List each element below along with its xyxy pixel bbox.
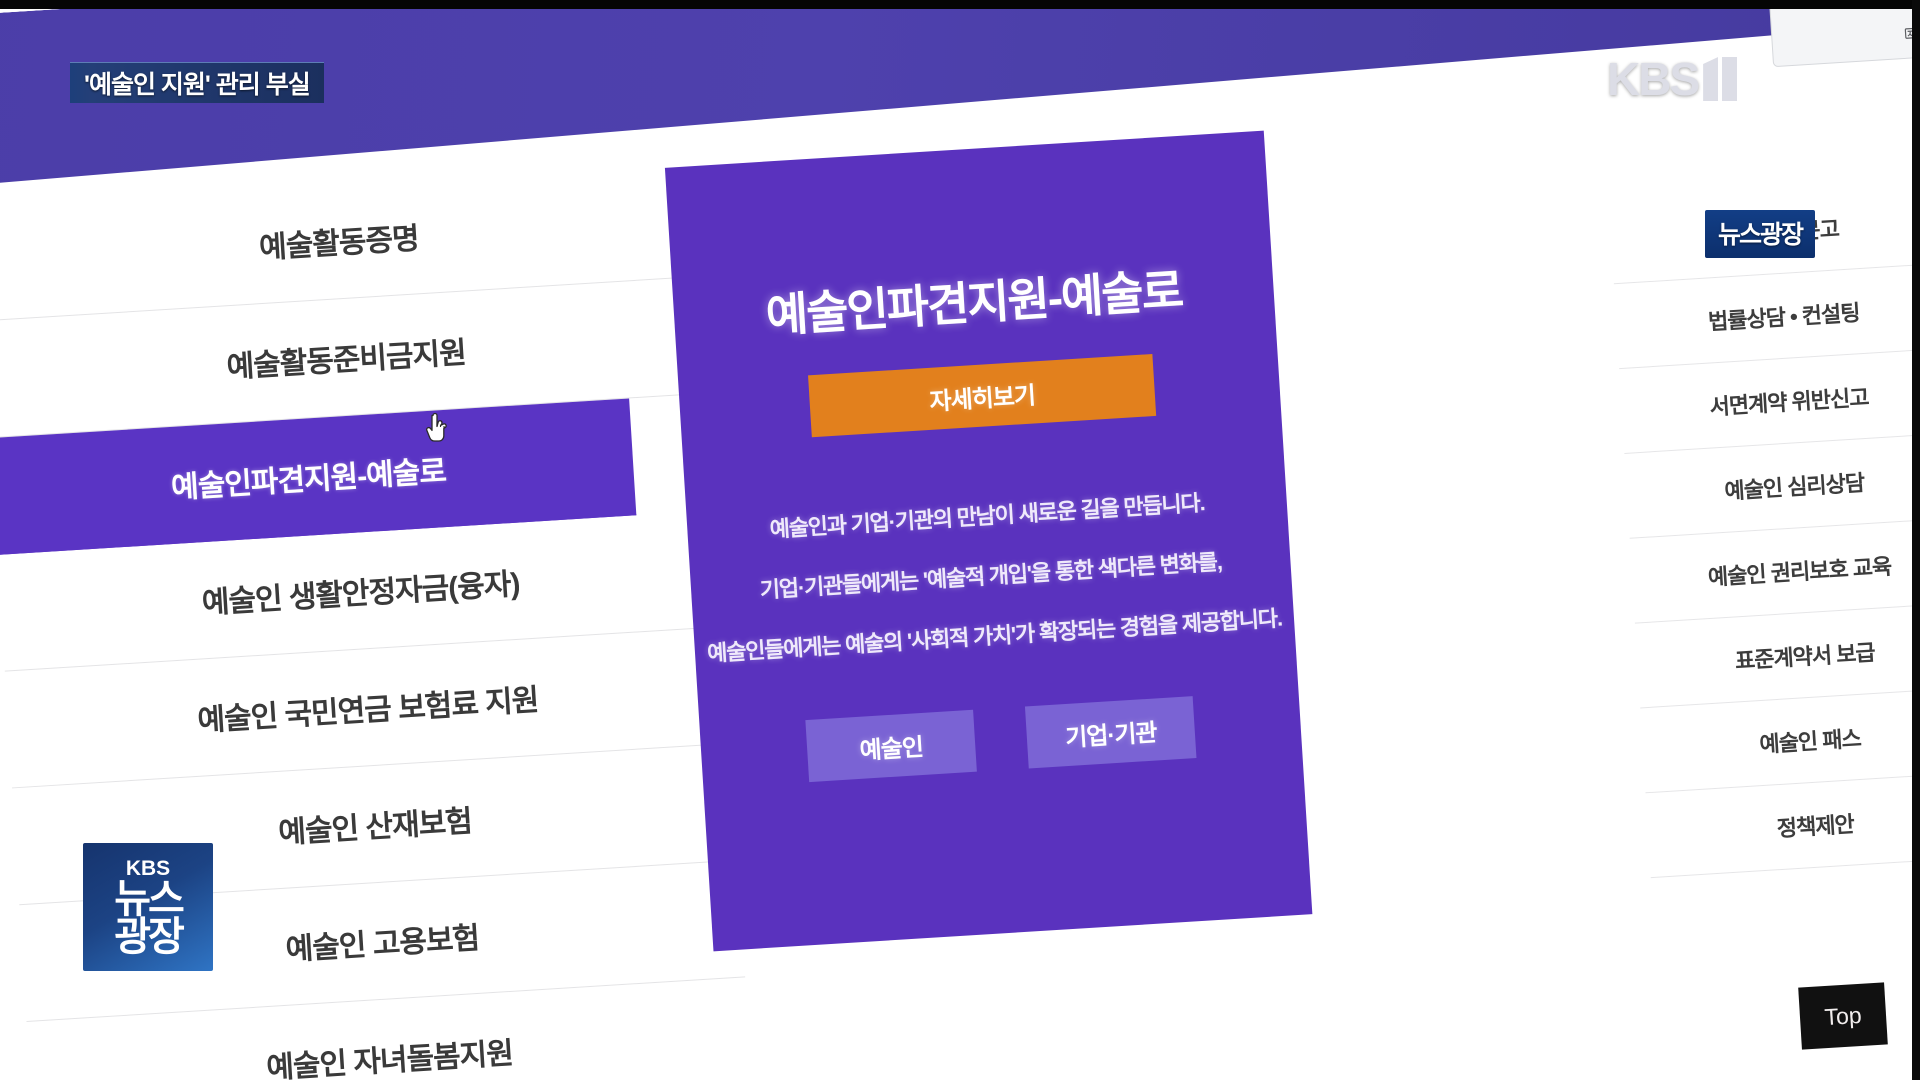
nav-item-label: 예술인 생활안정자금(융자)	[201, 567, 521, 621]
watermark-line-2: 광장	[114, 915, 185, 959]
right-nav-item-label: 정책제안	[1776, 811, 1855, 842]
promo-audience-buttons: 예술인 기업·기관	[700, 690, 1303, 789]
watermark-network-text: KBS	[125, 857, 171, 880]
program-name-badge: 뉴스광장	[1705, 210, 1816, 258]
kbs-one-bar-left	[1703, 57, 1719, 101]
right-nav-item-label: 법률상담 • 컨설팅	[1707, 300, 1861, 335]
nav-item-label: 예술인 자녀돌봄지원	[265, 1036, 514, 1080]
promo-line-0: 예술인과 기업·기관의 만남이 새로운 길을 만듭니다.	[768, 490, 1206, 542]
scroll-to-top-label: Top	[1823, 1001, 1863, 1030]
kbs-news-plaza-watermark: KBS 뉴스 광장	[83, 843, 213, 971]
nav-item-label: 예술인 국민연금 보험료 지원	[196, 683, 540, 738]
browser-chrome: ⋯	[1767, 0, 1920, 68]
promo-artist-button[interactable]: 예술인	[805, 709, 977, 783]
capture-top-border	[0, 0, 1920, 9]
promo-line-1: 기업·기관들에게는 '예술적 개입'을 통한 색다른 변화를,	[759, 549, 1223, 603]
website-plane: 예술활동증명 예술활동준비금지원 예술인파견지원-예술로 예술인 생활안정자금(…	[0, 0, 1920, 1080]
lower-third-headline: '예술인 지원' 관리 부실	[70, 62, 324, 103]
program-name-text: 뉴스광장	[1718, 221, 1804, 249]
nav-item-label: 예술인파견지원-예술로	[170, 455, 447, 505]
nav-item-label: 예술활동준비금지원	[225, 336, 467, 385]
right-nav-item-label: 표준계약서 보급	[1734, 639, 1876, 674]
lower-third-text: '예술인 지원' 관리 부실	[84, 71, 311, 99]
right-nav-item-label: 서면계약 위반신고	[1708, 384, 1870, 420]
scroll-to-top-button[interactable]: Top	[1798, 982, 1888, 1050]
nav-item-label: 예술인 고용보험	[284, 921, 481, 967]
promo-description: 예술인과 기업·기관의 만남이 새로운 길을 만듭니다. 기업·기관들에게는 '…	[635, 477, 1349, 700]
promo-line-2: 예술인들에게는 예술의 '사회적 가치'가 확장되는 경험을 제공합니다.	[706, 605, 1283, 667]
browser-toolbar	[1772, 12, 1920, 60]
watermark-line-1: 뉴스	[114, 877, 185, 921]
promo-detail-button[interactable]: 자세히보기	[808, 353, 1157, 438]
kbs-logo-text: KBS	[1607, 53, 1700, 105]
capture-right-border	[1912, 0, 1920, 1080]
right-nav-item-label: 예술인 권리보호 교육	[1707, 553, 1892, 590]
right-nav-item-label: 예술인 심리상담	[1723, 470, 1865, 504]
kbs-channel-number-icon	[1703, 57, 1738, 101]
right-nav-list: 예술인 신문고 법률상담 • 컨설팅 서면계약 위반신고 예술인 심리상담 예술…	[1608, 178, 1920, 879]
hand-cursor	[424, 412, 450, 444]
nav-item-label: 예술활동증명	[258, 222, 420, 266]
nav-item-label: 예술인 산재보험	[277, 805, 473, 850]
screen-capture: 예술활동증명 예술활동준비금지원 예술인파견지원-예술로 예술인 생활안정자금(…	[0, 0, 1920, 1080]
promo-title: 예술인파견지원-예술로	[764, 264, 1184, 342]
kbs1-channel-logo: KBS	[1607, 52, 1738, 106]
kbs-one-bar-right	[1722, 57, 1738, 101]
promo-card: 예술인파견지원-예술로 자세히보기 예술인과 기업·기관의 만남이 새로운 길을…	[664, 130, 1313, 952]
right-nav-item-label: 예술인 패스	[1758, 725, 1862, 758]
promo-company-button[interactable]: 기업·기관	[1024, 696, 1197, 769]
